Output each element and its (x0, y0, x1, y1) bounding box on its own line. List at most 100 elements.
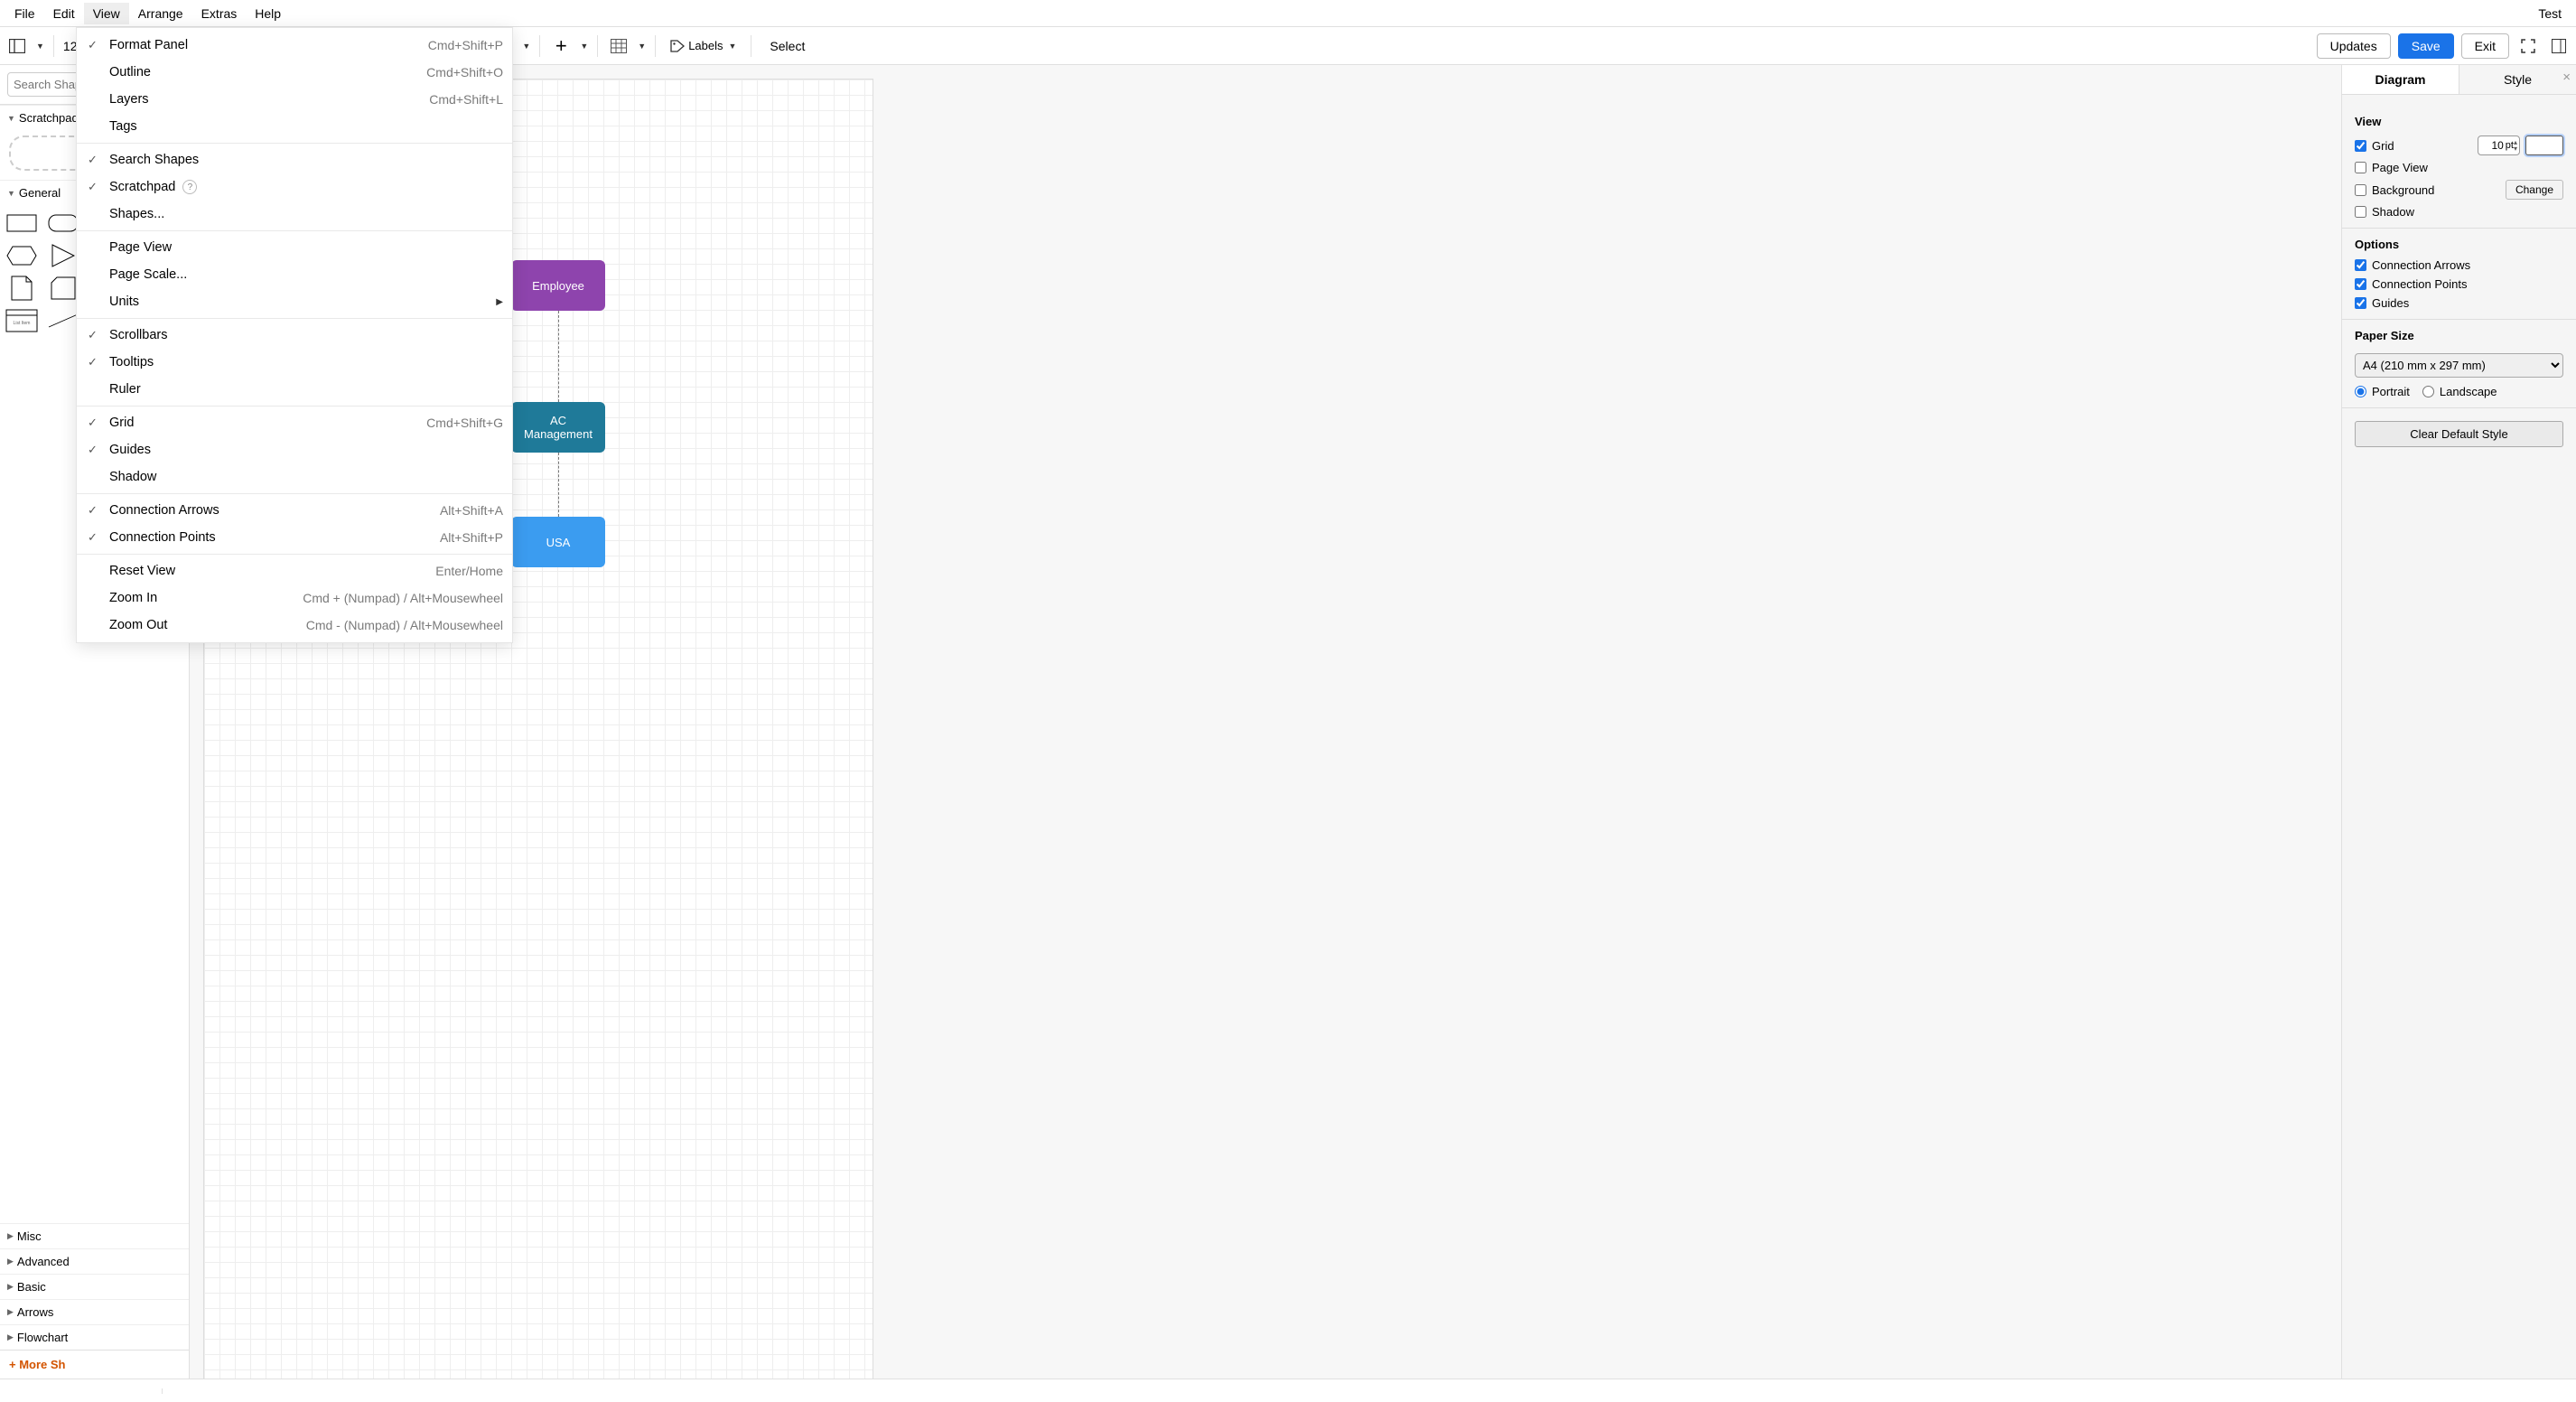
more-shapes-button[interactable]: + More Sh (0, 1350, 189, 1379)
menu-item-shadow[interactable]: Shadow (77, 463, 512, 491)
menu-extras[interactable]: Extras (192, 3, 247, 24)
menu-edit[interactable]: Edit (44, 3, 84, 24)
menu-item-label: Page Scale... (109, 267, 187, 282)
caret-icon[interactable]: ▼ (522, 42, 530, 51)
shape-triangle[interactable] (47, 241, 79, 270)
page-tabs-bar (0, 1379, 2576, 1402)
node-employee[interactable]: Employee (511, 260, 605, 311)
menu-file[interactable]: File (5, 3, 44, 24)
tab-diagram[interactable]: Diagram (2342, 65, 2459, 94)
basic-section[interactable]: ▶Basic (0, 1274, 189, 1299)
labels-menu[interactable]: Labels ▼ (665, 39, 742, 52)
shortcut-label: Enter/Home (435, 564, 503, 578)
shape-hexagon[interactable] (5, 241, 38, 270)
shortcut-label: Alt+Shift+P (440, 530, 503, 545)
menu-arrange[interactable]: Arrange (129, 3, 192, 24)
shape-note[interactable] (5, 274, 38, 303)
edge[interactable] (558, 453, 559, 517)
view-menu-dropdown: ✓Format PanelCmd+Shift+POutlineCmd+Shift… (76, 27, 513, 643)
node-ac[interactable]: AC Management (511, 402, 605, 453)
menu-item-label: Grid (109, 416, 134, 430)
edge[interactable] (558, 311, 559, 402)
menu-item-tooltips[interactable]: ✓Tooltips (77, 349, 512, 376)
caret-icon[interactable]: ▼ (36, 42, 44, 51)
portrait-radio[interactable] (2355, 386, 2366, 397)
conn-arrows-checkbox[interactable] (2355, 259, 2366, 271)
menu-item-page-view[interactable]: Page View (77, 234, 512, 261)
shape-list[interactable]: List Item (5, 306, 38, 335)
grid-checkbox[interactable] (2355, 140, 2366, 152)
menu-item-layers[interactable]: LayersCmd+Shift+L (77, 86, 512, 113)
save-button[interactable]: Save (2398, 33, 2454, 59)
section-label: Arrows (17, 1305, 53, 1319)
background-label: Background (2372, 183, 2434, 197)
menu-item-grid[interactable]: ✓GridCmd+Shift+G (77, 409, 512, 436)
menu-item-search-shapes[interactable]: ✓Search Shapes (77, 146, 512, 173)
caret-icon[interactable]: ▼ (580, 42, 588, 51)
select-tool[interactable]: Select (761, 39, 814, 53)
menu-help[interactable]: Help (246, 3, 290, 24)
shadow-checkbox[interactable] (2355, 206, 2366, 218)
node-usa[interactable]: USA (511, 517, 605, 567)
landscape-radio[interactable] (2422, 386, 2434, 397)
menu-item-units[interactable]: Units▶ (77, 288, 512, 315)
check-icon: ✓ (88, 503, 98, 518)
paper-size-select[interactable]: A4 (210 mm x 297 mm) (2355, 353, 2563, 378)
advanced-section[interactable]: ▶Advanced (0, 1248, 189, 1274)
format-tabs: Diagram Style × (2342, 65, 2576, 95)
menu-item-tags[interactable]: Tags (77, 113, 512, 140)
menu-item-ruler[interactable]: Ruler (77, 376, 512, 403)
conn-points-label: Connection Points (2372, 277, 2468, 291)
menu-item-connection-points[interactable]: ✓Connection PointsAlt+Shift+P (77, 524, 512, 551)
clear-default-style-button[interactable]: Clear Default Style (2355, 421, 2563, 447)
menu-item-connection-arrows[interactable]: ✓Connection ArrowsAlt+Shift+A (77, 497, 512, 524)
shape-line-thin[interactable] (47, 306, 79, 335)
page-tab[interactable] (0, 1388, 163, 1394)
menu-item-zoom-out[interactable]: Zoom OutCmd - (Numpad) / Alt+Mousewheel (77, 612, 512, 639)
shape-rect[interactable] (5, 209, 38, 238)
menu-item-guides[interactable]: ✓Guides (77, 436, 512, 463)
grid-unit: pt (2506, 140, 2514, 151)
table-icon[interactable] (607, 34, 630, 58)
sidebar-toggle-icon[interactable] (5, 34, 29, 58)
shortcut-label: Cmd+Shift+O (426, 65, 503, 79)
menu-item-page-scale-[interactable]: Page Scale... (77, 261, 512, 288)
exit-button[interactable]: Exit (2461, 33, 2509, 59)
tab-style[interactable]: Style (2459, 65, 2576, 94)
grid-color-swatch[interactable] (2525, 136, 2563, 155)
pageview-checkbox[interactable] (2355, 162, 2366, 173)
menu-item-outline[interactable]: OutlineCmd+Shift+O (77, 59, 512, 86)
menu-item-format-panel[interactable]: ✓Format PanelCmd+Shift+P (77, 32, 512, 59)
change-background-button[interactable]: Change (2506, 180, 2563, 200)
misc-section[interactable]: ▶Misc (0, 1223, 189, 1248)
shape-card[interactable] (47, 274, 79, 303)
updates-button[interactable]: Updates (2317, 33, 2391, 59)
grid-size-input[interactable] (2480, 137, 2506, 154)
menu-item-scratchpad[interactable]: ✓Scratchpad? (77, 173, 512, 201)
tag-icon (670, 40, 685, 52)
caret-icon[interactable]: ▼ (638, 42, 646, 51)
menu-item-label: Reset View (109, 564, 175, 578)
add-icon[interactable]: + (549, 34, 573, 58)
fullscreen-icon[interactable] (2516, 34, 2540, 58)
arrows-section[interactable]: ▶Arrows (0, 1299, 189, 1324)
guides-checkbox[interactable] (2355, 297, 2366, 309)
grid-label: Grid (2372, 139, 2394, 153)
menu-item-scrollbars[interactable]: ✓Scrollbars (77, 322, 512, 349)
menu-item-label: Scrollbars (109, 328, 167, 342)
flowchart-section[interactable]: ▶Flowchart (0, 1324, 189, 1350)
menubar: FileEditViewArrangeExtrasHelp Test (0, 0, 2576, 27)
format-panel: Diagram Style × View Grid pt ▴▾ Page V (2341, 65, 2576, 1379)
conn-points-checkbox[interactable] (2355, 278, 2366, 290)
menu-item-shapes-[interactable]: Shapes... (77, 201, 512, 228)
menu-view[interactable]: View (84, 3, 129, 24)
format-panel-toggle-icon[interactable] (2547, 34, 2571, 58)
menu-item-label: Format Panel (109, 38, 188, 52)
menu-item-zoom-in[interactable]: Zoom InCmd + (Numpad) / Alt+Mousewheel (77, 584, 512, 612)
landscape-label: Landscape (2440, 385, 2497, 398)
background-checkbox[interactable] (2355, 184, 2366, 196)
grid-size-spinner[interactable]: ▴▾ (2514, 139, 2517, 152)
shape-roundrect[interactable] (47, 209, 79, 238)
menu-item-reset-view[interactable]: Reset View Enter/Home (77, 557, 512, 584)
close-icon[interactable]: × (2562, 70, 2571, 85)
